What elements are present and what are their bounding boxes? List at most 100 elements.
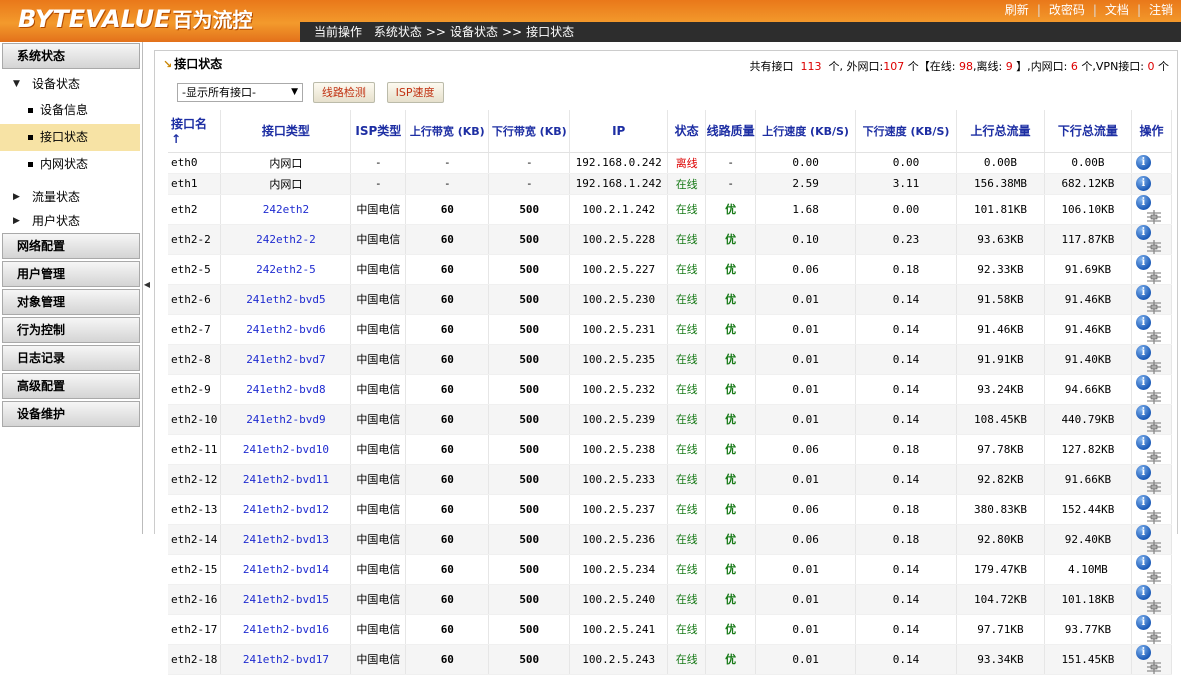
cell-interface-type[interactable]: 241eth2-bvd14 [220, 554, 352, 585]
col-header-up-bandwidth[interactable]: 上行带宽 (KB) [405, 110, 490, 153]
info-icon[interactable]: i [1135, 176, 1151, 191]
cell-ip: 100.2.5.241 [569, 614, 669, 645]
menu-object-management[interactable]: 对象管理 [2, 289, 140, 315]
packet-capture-icon[interactable] [1146, 599, 1162, 614]
cell-interface-type[interactable]: 241eth2-bvd12 [220, 494, 352, 525]
cell-interface-type[interactable]: 241eth2-bvd16 [220, 614, 352, 645]
info-icon[interactable]: i [1135, 644, 1151, 660]
menu-device-maintenance[interactable]: 设备维护 [2, 401, 140, 427]
col-header-quality[interactable]: 线路质量 [705, 110, 757, 153]
info-icon[interactable]: i [1135, 224, 1151, 240]
collapse-sidebar-icon[interactable]: ◀ [143, 275, 151, 295]
info-icon[interactable]: i [1135, 194, 1151, 210]
packet-capture-icon[interactable] [1146, 569, 1162, 584]
menu-advanced-config[interactable]: 高级配置 [2, 373, 140, 399]
packet-capture-icon[interactable] [1146, 629, 1162, 644]
menu-user-management[interactable]: 用户管理 [2, 261, 140, 287]
cell-interface-type[interactable]: 241eth2-bvd9 [220, 404, 352, 435]
cell-interface-type[interactable]: 241eth2-bvd5 [220, 284, 352, 315]
cell-up-bandwidth: 60 [405, 554, 490, 585]
cell-interface-type[interactable]: 241eth2-bvd15 [220, 584, 352, 615]
info-icon[interactable]: i [1135, 344, 1151, 360]
cell-actions: i [1131, 524, 1173, 555]
col-header-status[interactable]: 状态 [667, 110, 707, 153]
info-icon[interactable]: i [1135, 494, 1151, 510]
col-header-up-speed[interactable]: 上行速度 (KB/S) [755, 110, 857, 153]
refresh-link[interactable]: 刷新 [1005, 3, 1029, 17]
col-header-down-bandwidth[interactable]: 下行带宽 (KB) [488, 110, 571, 153]
packet-capture-icon[interactable] [1146, 479, 1162, 494]
cell-interface-type[interactable]: 242eth2-5 [220, 254, 352, 285]
offline-count: 9 [1005, 60, 1013, 73]
cell-interface-type[interactable]: 241eth2-bvd10 [220, 434, 352, 465]
packet-capture-icon[interactable] [1146, 269, 1162, 284]
col-header-ip[interactable]: IP [569, 110, 669, 153]
packet-capture-icon[interactable] [1146, 449, 1162, 464]
info-icon[interactable]: i [1135, 464, 1151, 480]
menu-system-status[interactable]: 系统状态 [2, 43, 140, 69]
col-header-type[interactable]: 接口类型 [220, 110, 352, 153]
info-icon[interactable]: i [1135, 404, 1151, 420]
cell-interface-type[interactable]: 241eth2-bvd17 [220, 644, 352, 675]
menu-behavior-control[interactable]: 行为控制 [2, 317, 140, 343]
isp-speed-button[interactable]: ISP速度 [386, 82, 444, 103]
packet-capture-icon[interactable] [1146, 209, 1162, 224]
col-header-isp[interactable]: ISP类型 [350, 110, 407, 153]
info-icon[interactable]: i [1135, 584, 1151, 600]
packet-capture-icon[interactable] [1146, 299, 1162, 314]
line-check-button[interactable]: 线路检测 [312, 82, 375, 103]
col-header-down-total[interactable]: 下行总流量 [1044, 110, 1132, 153]
menu-traffic-status[interactable]: ▶ 流量状态 [0, 184, 142, 210]
cell-interface-type[interactable]: 241eth2-bvd11 [220, 464, 352, 495]
cell-interface-type[interactable]: 241eth2-bvd8 [220, 374, 352, 405]
menu-interface-status[interactable]: 接口状态 [0, 124, 140, 151]
cell-up-bandwidth: 60 [405, 344, 490, 375]
menu-network-config[interactable]: 网络配置 [2, 233, 140, 259]
cell-interface-type[interactable]: 241eth2-bvd13 [220, 524, 352, 555]
info-icon[interactable]: i [1135, 554, 1151, 570]
menu-device-status[interactable]: ▼ 设备状态 [0, 71, 142, 97]
col-header-down-speed[interactable]: 下行速度 (KB/S) [855, 110, 957, 153]
cell-interface-name: eth2-14 [168, 524, 222, 555]
info-icon[interactable]: i [1135, 254, 1151, 270]
packet-capture-icon[interactable] [1146, 419, 1162, 434]
docs-link[interactable]: 文档 [1105, 3, 1129, 17]
info-icon[interactable]: i [1135, 524, 1151, 540]
packet-capture-icon[interactable] [1146, 329, 1162, 344]
packet-capture-icon[interactable] [1146, 239, 1162, 254]
cell-down-speed: 0.23 [855, 224, 957, 255]
info-icon[interactable]: i [1135, 374, 1151, 390]
packet-capture-icon[interactable] [1146, 659, 1162, 674]
info-icon[interactable]: i [1135, 155, 1151, 170]
logout-link[interactable]: 注销 [1149, 3, 1173, 17]
cell-interface-type[interactable]: 242eth2 [220, 194, 352, 225]
cell-down-total: 91.46KB [1044, 284, 1132, 315]
packet-capture-icon[interactable] [1146, 509, 1162, 524]
cell-isp: 中国电信 [350, 524, 407, 555]
cell-interface-type[interactable]: 242eth2-2 [220, 224, 352, 255]
cell-down-bandwidth: 500 [488, 224, 571, 255]
menu-device-info[interactable]: 设备信息 [0, 97, 142, 124]
menu-log-records[interactable]: 日志记录 [2, 345, 140, 371]
packet-capture-icon[interactable] [1146, 389, 1162, 404]
packet-capture-icon[interactable] [1146, 539, 1162, 554]
cell-down-total: 92.40KB [1044, 524, 1132, 555]
info-icon[interactable]: i [1135, 614, 1151, 630]
menu-user-status[interactable]: ▶ 用户状态 [0, 210, 142, 232]
cell-ip: 100.2.5.240 [569, 584, 669, 615]
cell-interface-name: eth2-18 [168, 644, 222, 675]
info-icon[interactable]: i [1135, 284, 1151, 300]
change-password-link[interactable]: 改密码 [1049, 3, 1085, 17]
cell-isp: 中国电信 [350, 584, 407, 615]
info-icon[interactable]: i [1135, 314, 1151, 330]
interface-filter-select[interactable]: -显示所有接口- ▼ [177, 83, 303, 102]
packet-capture-icon[interactable] [1146, 359, 1162, 374]
col-header-up-total[interactable]: 上行总流量 [956, 110, 1045, 153]
caret-right-icon: ▶ [13, 192, 20, 202]
cell-interface-type[interactable]: 241eth2-bvd7 [220, 344, 352, 375]
menu-lan-status[interactable]: 内网状态 [0, 151, 142, 178]
cell-up-total: 91.58KB [956, 284, 1045, 315]
cell-interface-type[interactable]: 241eth2-bvd6 [220, 314, 352, 345]
info-icon[interactable]: i [1135, 434, 1151, 450]
col-header-name[interactable]: 接口名 ↑ [168, 110, 222, 153]
